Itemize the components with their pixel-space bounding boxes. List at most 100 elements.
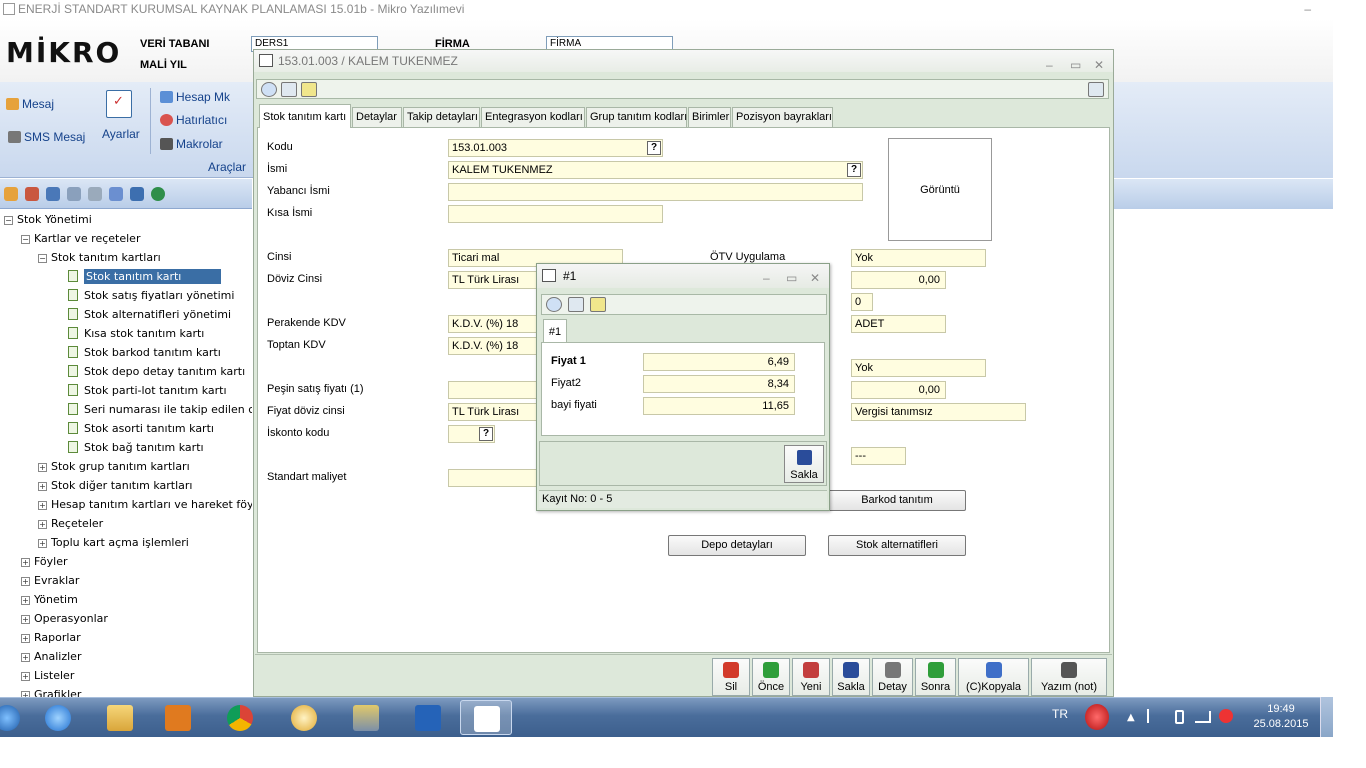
tree-item[interactable]: Stok tanıtım kartı	[68, 267, 222, 286]
tree-item[interactable]: Stok alternatifleri yönetimi	[68, 305, 231, 324]
minimize-button[interactable]: –	[1304, 0, 1311, 18]
price-field[interactable]: 6,49	[643, 353, 795, 371]
popup-save-button[interactable]: Sakla	[784, 445, 824, 483]
tree-item[interactable]: Stok asorti tanıtım kartı	[68, 419, 214, 438]
popup-close-button[interactable]: ✕	[810, 266, 820, 290]
show-desktop-button[interactable]	[1320, 697, 1333, 737]
globe-icon[interactable]	[151, 187, 165, 201]
tree-item[interactable]: Stok barkod tanıtım kartı	[68, 343, 221, 362]
notes-icon[interactable]	[590, 297, 606, 312]
kopyala-button[interactable]: (C)Kopyala	[958, 658, 1029, 696]
window-options-icon[interactable]	[1088, 82, 1104, 97]
price-field[interactable]: 11,65	[643, 397, 795, 415]
sil-button[interactable]: Sil	[712, 658, 750, 696]
right-zero-field[interactable]: 0	[851, 293, 873, 311]
calculator-icon[interactable]	[568, 297, 584, 312]
standart-maliyet-field[interactable]	[448, 469, 548, 487]
stok-alternatifleri-button[interactable]: Stok alternatifleri	[828, 535, 966, 556]
popup-maximize-button[interactable]: ▭	[786, 266, 797, 290]
tree-folder[interactable]: − Kartlar ve reçeteler	[21, 229, 140, 248]
expand-icon[interactable]: +	[21, 577, 30, 586]
tree-item[interactable]: Stok parti-lot tanıtım kartı	[68, 381, 227, 400]
tree-item[interactable]: Stok satış fiyatları yönetimi	[68, 286, 234, 305]
ayarlar-button[interactable]: Ayarlar	[102, 127, 140, 141]
expand-icon[interactable]: +	[21, 634, 30, 643]
expand-icon[interactable]: +	[38, 482, 47, 491]
yazim-not-button[interactable]: Yazım (not)	[1031, 658, 1107, 696]
start-button[interactable]	[0, 700, 22, 735]
tree-folder[interactable]: + Stok grup tanıtım kartları	[38, 457, 190, 476]
flag-icon[interactable]	[1147, 709, 1159, 723]
tools-app[interactable]	[340, 700, 392, 735]
link-icon[interactable]	[67, 187, 81, 201]
tree-folder[interactable]: + Analizler	[21, 647, 81, 666]
perakende-kdv-field[interactable]: K.D.V. (%) 18	[448, 315, 548, 333]
expand-icon[interactable]: +	[21, 672, 30, 681]
tree-item[interactable]: Stok bağ tanıtım kartı	[68, 438, 204, 457]
window-minimize-button[interactable]: –	[1046, 54, 1053, 76]
collapse-icon[interactable]: −	[38, 254, 47, 263]
pesin-satis-field[interactable]	[448, 381, 548, 399]
expand-icon[interactable]: +	[21, 558, 30, 567]
mikro-app[interactable]	[460, 700, 512, 735]
runner-app[interactable]	[402, 700, 454, 735]
tab-4[interactable]: Grup tanıtım kodları	[586, 107, 687, 127]
doviz-cinsi-field[interactable]: TL Türk Lirası	[448, 271, 548, 289]
tab-0[interactable]: Stok tanıtım kartı	[259, 104, 351, 128]
price-field[interactable]: 8,34	[643, 375, 795, 393]
tree-folder[interactable]: + Listeler	[21, 666, 74, 685]
depo-detaylari-button[interactable]: Depo detayları	[668, 535, 806, 556]
kodu-lookup-button[interactable]: ?	[647, 141, 661, 155]
collapse-icon[interactable]: −	[21, 235, 30, 244]
mesaj-button[interactable]: Mesaj	[6, 97, 54, 111]
tree-folder[interactable]: + Grafikler	[21, 685, 81, 697]
expand-icon[interactable]: +	[38, 520, 47, 529]
yeni-button[interactable]: Yeni	[792, 658, 830, 696]
outlook-app[interactable]	[278, 700, 330, 735]
tray-arrow-icon[interactable]: ▲	[1127, 712, 1135, 723]
detay-button[interactable]: Detay	[872, 658, 913, 696]
internet-explorer-app[interactable]	[32, 700, 84, 735]
expand-icon[interactable]: +	[38, 539, 47, 548]
ismi-field[interactable]: KALEM TUKENMEZ?	[448, 161, 863, 179]
sakla-button[interactable]: Sakla	[832, 658, 870, 696]
tree-item[interactable]: Stok depo detay tanıtım kartı	[68, 362, 245, 381]
expand-icon[interactable]: +	[21, 653, 30, 662]
otv-field[interactable]: Yok	[851, 249, 986, 267]
tree-folder[interactable]: + Hesap tanıtım kartları ve hareket föyle…	[38, 495, 252, 514]
toptan-kdv-field[interactable]: K.D.V. (%) 18	[448, 337, 548, 355]
price-popup-tab[interactable]: #1	[543, 319, 567, 343]
help-icon[interactable]	[546, 297, 562, 312]
tab-2[interactable]: Takip detayları	[403, 107, 480, 127]
help-icon[interactable]	[261, 82, 277, 97]
barkod-tanitim-button[interactable]: Barkod tanıtım	[828, 490, 966, 511]
tab-5[interactable]: Birimler	[688, 107, 731, 127]
tree-folder[interactable]: + Reçeteler	[38, 514, 103, 533]
tree-item[interactable]: Seri numarası ile takip edilen cih	[68, 400, 252, 419]
collapse-icon[interactable]: −	[4, 216, 13, 225]
notes-icon[interactable]	[301, 82, 317, 97]
grid-icon[interactable]	[130, 187, 144, 201]
expand-icon[interactable]: +	[38, 501, 47, 510]
star-icon[interactable]	[109, 187, 123, 201]
tree-folder[interactable]: − Stok Yönetimi	[4, 210, 92, 229]
right-amount-2-field[interactable]: 0,00	[851, 381, 946, 399]
kisa-ismi-field[interactable]	[448, 205, 663, 223]
iskonto-field[interactable]: ?	[448, 425, 495, 443]
right-yok-field[interactable]: Yok	[851, 359, 986, 377]
iskonto-lookup-button[interactable]: ?	[479, 427, 493, 441]
window-close-button[interactable]: ✕	[1094, 54, 1104, 76]
expand-icon[interactable]: +	[21, 596, 30, 605]
user-icon[interactable]	[88, 187, 102, 201]
hesap-mk-button[interactable]: Hesap Mk	[160, 90, 230, 104]
tree-folder[interactable]: + Evraklar	[21, 571, 79, 590]
kodu-field[interactable]: 153.01.003?	[448, 139, 663, 157]
chrome-app[interactable]	[214, 700, 266, 735]
popup-minimize-button[interactable]: –	[763, 266, 770, 290]
system-clock[interactable]: 19:49 25.08.2015	[1246, 702, 1316, 732]
tab-3[interactable]: Entegrasyon kodları	[481, 107, 585, 127]
calendar-icon[interactable]	[25, 187, 39, 201]
sonra-button[interactable]: Sonra	[915, 658, 956, 696]
expand-icon[interactable]: +	[38, 463, 47, 472]
calculator-icon[interactable]	[281, 82, 297, 97]
